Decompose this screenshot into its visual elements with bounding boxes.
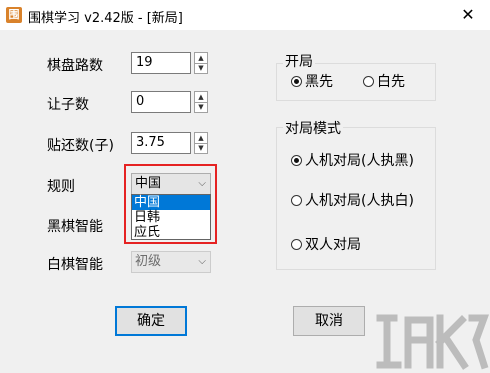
radio-white-first[interactable]: 白先 [363, 71, 405, 91]
white-ai-select-value: 初级 [135, 254, 162, 269]
radio-unchecked-icon[interactable] [291, 195, 302, 206]
radio-label: 黑先 [305, 74, 333, 90]
radio-human-black[interactable]: 人机对局(人执黑) [291, 150, 414, 170]
mode-group-title: 对局模式 [283, 118, 343, 138]
opening-group-title: 开局 [283, 51, 315, 71]
chevron-down-icon[interactable]: ⌵ [198, 252, 206, 272]
radio-unchecked-icon[interactable] [291, 239, 302, 250]
komi-label: 贴还数(子) [47, 138, 114, 154]
radio-unchecked-icon[interactable] [363, 76, 374, 87]
radio-human-white[interactable]: 人机对局(人执白) [291, 190, 414, 210]
radio-two-player[interactable]: 双人对局 [291, 234, 361, 254]
handicap-label: 让子数 [47, 97, 89, 113]
board-size-label: 棋盘路数 [47, 58, 103, 74]
radio-checked-icon[interactable] [291, 155, 302, 166]
handicap-spinner[interactable]: ▲ ▼ [194, 91, 208, 113]
black-ai-label: 黑棋智能 [47, 219, 103, 235]
radio-label: 双人对局 [305, 237, 361, 253]
app-icon: 围 [6, 7, 22, 23]
window-title: 围棋学习 v2.42版 - [新局] [28, 11, 183, 26]
radio-black-first[interactable]: 黑先 [291, 71, 333, 91]
komi-spinner[interactable]: ▲ ▼ [194, 132, 208, 154]
radio-label: 人机对局(人执黑) [305, 153, 414, 169]
cancel-button[interactable]: 取消 [293, 306, 365, 336]
handicap-input[interactable]: 0 [131, 91, 191, 113]
title-bar: 围 围棋学习 v2.42版 - [新局] ✕ [0, 0, 490, 30]
close-button[interactable]: ✕ [446, 0, 490, 30]
ok-button[interactable]: 确定 [115, 306, 187, 336]
radio-checked-icon[interactable] [291, 76, 302, 87]
rules-label: 规则 [47, 179, 75, 195]
white-ai-label: 白棋智能 [47, 257, 103, 273]
white-ai-select[interactable]: 初级 ⌵ [131, 251, 211, 273]
board-size-spinner[interactable]: ▲ ▼ [194, 52, 208, 74]
spin-down-icon[interactable]: ▼ [195, 143, 207, 153]
spin-down-icon[interactable]: ▼ [195, 102, 207, 112]
watermark-logo [376, 314, 489, 370]
highlight-annotation-box [124, 164, 217, 244]
radio-label: 人机对局(人执白) [305, 193, 414, 209]
komi-input[interactable]: 3.75 [131, 132, 191, 154]
spin-down-icon[interactable]: ▼ [195, 63, 207, 73]
board-size-input[interactable]: 19 [131, 52, 191, 74]
radio-label: 白先 [377, 74, 405, 90]
